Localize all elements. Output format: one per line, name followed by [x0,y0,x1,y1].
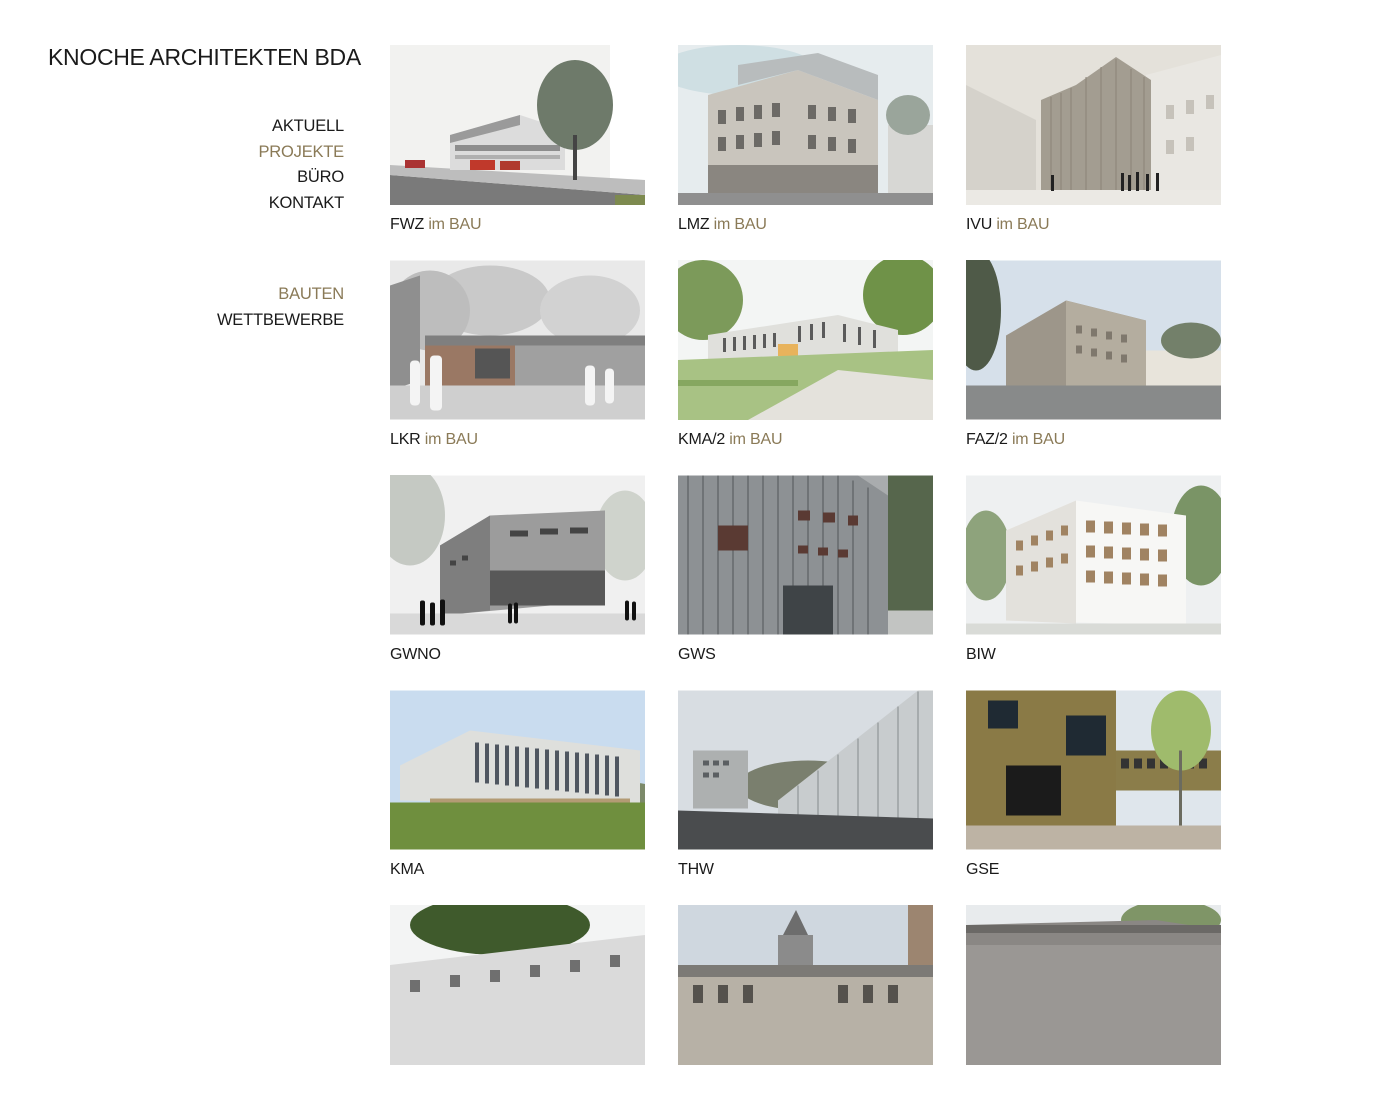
project-code: KMA [390,861,425,878]
project-code: GWS [678,646,716,663]
project-image-gse[interactable] [966,690,1221,850]
project-code: FAZ/2 [966,431,1008,448]
nav-item-aktuell[interactable]: AKTUELL [258,114,344,140]
project-code: BIW [966,646,996,663]
project-image-14[interactable] [678,905,933,1065]
project-caption-lkr[interactable]: LKR im BAU [390,431,645,449]
subnav-item-bauten[interactable]: BAUTEN [217,282,344,308]
project-code: KMA/2 [678,431,726,448]
project-tile-ivu[interactable]: IVU im BAU [966,45,1221,260]
project-image-lkr[interactable] [390,260,645,420]
project-tile-thw[interactable]: THW [678,690,933,905]
project-image-gws[interactable] [678,475,933,635]
project-status: im BAU [428,216,482,233]
project-status: im BAU [713,216,767,233]
project-code: IVU [966,216,993,233]
project-tile-13[interactable] [390,905,645,1120]
project-image-biw[interactable] [966,475,1221,635]
project-caption-kma[interactable]: KMA [390,861,645,879]
project-tile-gwno[interactable]: GWNO [390,475,645,690]
project-status: im BAU [996,216,1050,233]
project-tile-gse[interactable]: GSE [966,690,1221,905]
nav-item-projekte[interactable]: PROJEKTE [258,140,344,166]
project-image-faz2[interactable] [966,260,1221,420]
project-status: im BAU [729,431,783,448]
project-caption-thw[interactable]: THW [678,861,933,879]
nav-item-buero[interactable]: BÜRO [258,165,344,191]
project-tile-15[interactable] [966,905,1221,1120]
site-title[interactable]: KNOCHE ARCHITEKTEN BDA [48,44,361,71]
project-tile-14[interactable] [678,905,933,1120]
project-grid: FWZ im BAU LMZ im BAU IVU im BAU LKR im … [390,45,1221,1120]
project-tile-lmz[interactable]: LMZ im BAU [678,45,933,260]
project-tile-kma[interactable]: KMA [390,690,645,905]
nav-item-kontakt[interactable]: KONTAKT [258,191,345,217]
subnav-item-wettbewerbe[interactable]: WETTBEWERBE [217,308,344,334]
project-image-gwno[interactable] [390,475,645,635]
project-caption-faz2[interactable]: FAZ/2 im BAU [966,431,1221,449]
project-tile-faz2[interactable]: FAZ/2 im BAU [966,260,1221,475]
project-image-15[interactable] [966,905,1221,1065]
project-caption-ivu[interactable]: IVU im BAU [966,216,1221,234]
project-status: im BAU [424,431,478,448]
project-caption-lmz[interactable]: LMZ im BAU [678,216,933,234]
project-image-thw[interactable] [678,690,933,850]
project-caption-biw[interactable]: BIW [966,646,1221,664]
project-image-fwz[interactable] [390,45,645,205]
project-image-lmz[interactable] [678,45,933,205]
project-tile-fwz[interactable]: FWZ im BAU [390,45,645,260]
main-nav: AKTUELL PROJEKTE BÜRO KONTAKT [258,114,344,216]
project-image-ivu[interactable] [966,45,1221,205]
project-code: LMZ [678,216,710,233]
project-image-13[interactable] [390,905,645,1065]
project-tile-gws[interactable]: GWS [678,475,933,690]
project-code: LKR [390,431,421,448]
project-caption-gwno[interactable]: GWNO [390,646,645,664]
project-code: FWZ [390,216,425,233]
sub-nav: BAUTEN WETTBEWERBE [217,282,344,333]
project-image-kma[interactable] [390,690,645,850]
project-caption-gws[interactable]: GWS [678,646,933,664]
project-caption-fwz[interactable]: FWZ im BAU [390,216,645,234]
project-tile-kma2[interactable]: KMA/2 im BAU [678,260,933,475]
project-code: GWNO [390,646,441,663]
project-tile-biw[interactable]: BIW [966,475,1221,690]
project-caption-gse[interactable]: GSE [966,861,1221,879]
project-status: im BAU [1011,431,1065,448]
project-caption-kma2[interactable]: KMA/2 im BAU [678,431,933,449]
project-tile-lkr[interactable]: LKR im BAU [390,260,645,475]
project-code: GSE [966,861,1000,878]
project-code: THW [678,861,714,878]
project-image-kma2[interactable] [678,260,933,420]
